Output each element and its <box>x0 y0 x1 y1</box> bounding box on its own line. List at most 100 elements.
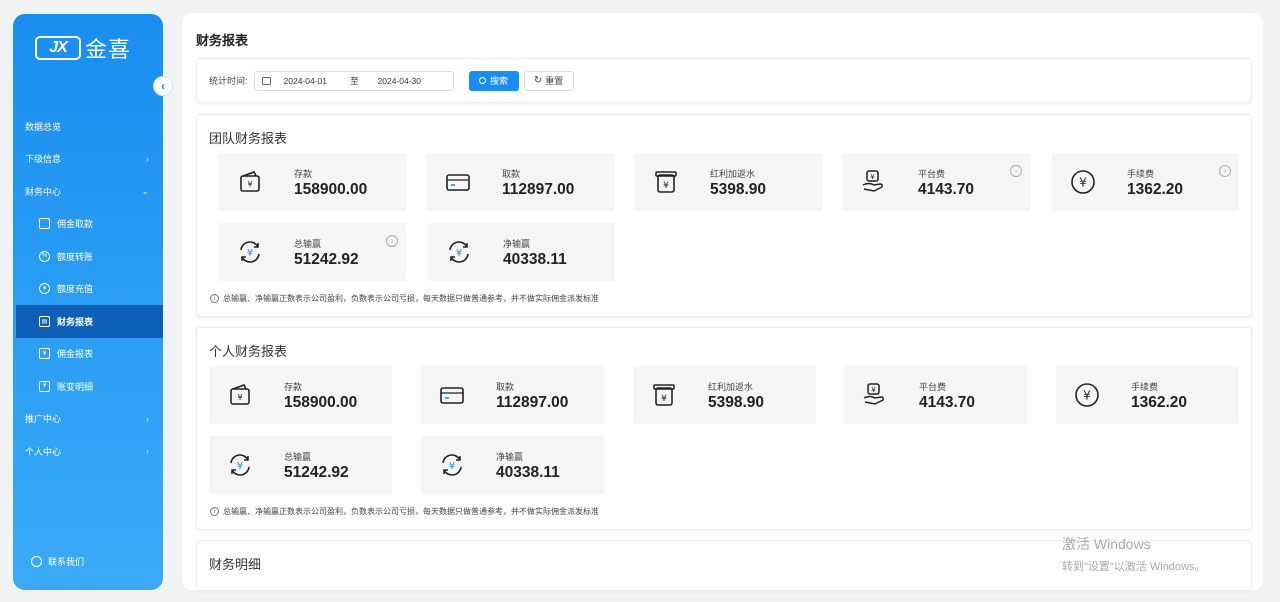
ledger-icon: ¥ <box>39 380 50 392</box>
stat-value: 51242.92 <box>294 251 359 268</box>
sidebar-item-label: 下级信息 <box>25 154 62 165</box>
stat-value: 1362.20 <box>1127 181 1184 198</box>
note-text: 总输赢、净输赢正数表示公司盈利，负数表示公司亏损，每天数据只做普通参考，并不做实… <box>223 294 599 303</box>
reset-button-label: 重置 <box>545 76 564 86</box>
stat-card: 取款 112897.00 <box>427 153 614 211</box>
stat-label: 手续费 <box>1131 382 1159 392</box>
svg-text:¥: ¥ <box>237 461 243 472</box>
svg-text:¥: ¥ <box>871 386 876 394</box>
sidebar: JX 金喜 数据总览 下级信息 › 财务中心 ⌄ 佣金取款 % 额度转账 ¥ 额度充值 … <box>13 14 163 590</box>
watermark-line2: 转到"设置"以激活 Windows。 <box>1062 561 1206 573</box>
team-report-note: i 总输赢、净输赢正数表示公司盈利，负数表示公司亏损，每天数据只做普通参考，并不… <box>210 293 599 304</box>
chevron-right-icon: › <box>146 413 149 424</box>
sidebar-item-label: 数据总览 <box>25 121 62 132</box>
search-button[interactable]: 搜索 <box>468 70 519 91</box>
logo-text: 金喜 <box>85 38 132 63</box>
card-icon <box>445 169 471 195</box>
hand-yuan-icon: ¥ <box>862 382 888 408</box>
yuan-cycle-icon: ¥ <box>227 452 253 478</box>
sidebar-item-commission-withdraw[interactable]: 佣金取款 <box>13 208 163 241</box>
date-separator: 至 <box>350 75 359 86</box>
end-date-input[interactable]: 2024-04-30 <box>378 76 421 86</box>
svg-text:¥: ¥ <box>1083 389 1091 403</box>
date-range-picker[interactable]: 2024-04-01 至 2024-04-30 <box>253 70 454 91</box>
chevron-down-icon: ⌄ <box>141 185 149 196</box>
filter-bar: 统计时间: 2024-04-01 至 2024-04-30 搜索 ↻ 重置 <box>196 58 1252 103</box>
stat-label: 平台费 <box>918 169 946 179</box>
wallet-icon: ¥ <box>237 169 263 195</box>
start-date-input[interactable]: 2024-04-01 <box>284 76 340 86</box>
sidebar-item-subordinates[interactable]: 下级信息 › <box>13 143 163 176</box>
stat-label: 红利加返水 <box>708 382 754 392</box>
stat-value: 112897.00 <box>496 394 569 411</box>
collapse-sidebar-button[interactable]: ‹ <box>153 76 173 96</box>
help-icon[interactable]: › <box>386 235 398 247</box>
sidebar-item-quota-transfer[interactable]: % 额度转账 <box>13 240 163 273</box>
stat-value: 4143.70 <box>918 181 975 198</box>
stat-label: 红利加返水 <box>710 169 756 179</box>
sidebar-item-finance-center[interactable]: 财务中心 ⌄ <box>13 175 163 208</box>
contact-label: 联系我们 <box>48 557 85 567</box>
yuan-box-icon: ¥ <box>653 169 679 195</box>
stat-value: 4143.70 <box>919 394 976 411</box>
stat-card: ¥ 净输赢 40338.11 <box>428 223 615 281</box>
sidebar-item-promotion[interactable]: 推广中心 › <box>13 403 163 436</box>
personal-report-note: i 总输赢、净输赢正数表示公司盈利，负数表示公司亏损，每天数据只做普通参考，并不… <box>210 506 599 517</box>
info-icon: i <box>210 294 219 303</box>
stat-label: 净输赢 <box>503 239 531 249</box>
refresh-icon: ↻ <box>533 75 543 86</box>
contact-us-link[interactable]: 联系我们 <box>31 555 84 568</box>
svg-text:¥: ¥ <box>1079 176 1087 190</box>
stat-label: 平台费 <box>919 382 947 392</box>
sidebar-item-label: 财务报表 <box>57 316 94 327</box>
details-title: 财务明细 <box>209 557 262 572</box>
stat-value: 1362.20 <box>1131 394 1188 411</box>
sidebar-item-label: 个人中心 <box>25 446 62 457</box>
stat-card: ¥ 手续费 1362.20 <box>1056 366 1239 424</box>
yuan-cycle-icon: ¥ <box>446 239 472 265</box>
sidebar-item-commission-report[interactable]: ¥ 佣金报表 <box>13 338 163 371</box>
stat-card: ¥ 存款 158900.00 <box>209 366 392 424</box>
chevron-right-icon: › <box>146 153 149 164</box>
windows-activation-watermark: 激活 Windows 转到"设置"以激活 Windows。 <box>1062 534 1206 574</box>
stat-value: 5398.90 <box>710 181 767 198</box>
card-icon <box>439 382 465 408</box>
personal-report-title: 个人财务报表 <box>209 344 288 359</box>
reset-button[interactable]: ↻ 重置 <box>523 70 574 91</box>
sidebar-item-label: 佣金报表 <box>57 349 94 360</box>
yuan-cycle-icon: ¥ <box>439 452 465 478</box>
sidebar-item-overview[interactable]: 数据总览 <box>13 110 163 143</box>
sidebar-item-personal[interactable]: 个人中心 › <box>13 435 163 468</box>
stat-card: ¥ 平台费 4143.70 <box>844 366 1027 424</box>
svg-text:¥: ¥ <box>449 461 455 472</box>
transfer-icon: % <box>39 250 50 262</box>
main-content: 财务报表 统计时间: 2024-04-01 至 2024-04-30 搜索 ↻ … <box>182 13 1263 590</box>
stat-label: 存款 <box>284 382 303 392</box>
svg-text:¥: ¥ <box>661 394 667 404</box>
stat-card: ¥ 红利加返水 5398.90 <box>633 366 816 424</box>
sidebar-item-quota-recharge[interactable]: ¥ 额度充值 <box>13 273 163 306</box>
wallet-icon: ¥ <box>227 382 253 408</box>
stat-value: 40338.11 <box>503 251 567 268</box>
stat-card: 取款 112897.00 <box>421 366 604 424</box>
watermark-line1: 激活 Windows <box>1062 536 1151 552</box>
stat-label: 总输赢 <box>294 239 322 249</box>
card-icon <box>39 218 50 230</box>
stat-label: 总输赢 <box>284 452 312 462</box>
sidebar-item-label: 推广中心 <box>25 414 62 425</box>
help-icon[interactable]: › <box>1010 165 1022 177</box>
help-icon[interactable]: › <box>1219 165 1231 177</box>
report-icon: ▤ <box>39 315 50 327</box>
sidebar-item-ledger[interactable]: ¥ 账变明细 <box>13 370 163 403</box>
sidebar-item-finance-report[interactable]: ▤ 财务报表 <box>16 305 163 338</box>
stat-value: 51242.92 <box>284 464 349 481</box>
note-text: 总输赢、净输赢正数表示公司盈利，负数表示公司亏损，每天数据只做普通参考，并不做实… <box>223 507 599 516</box>
sidebar-item-label: 财务中心 <box>25 186 62 197</box>
stat-card: ¥ 红利加返水 5398.90 <box>635 153 822 211</box>
svg-text:¥: ¥ <box>456 248 462 259</box>
stat-card: ¥ 总输赢 51242.92 <box>209 436 392 494</box>
stat-value: 158900.00 <box>294 181 368 198</box>
page-title: 财务报表 <box>196 33 249 48</box>
hand-yuan-icon: ¥ <box>861 169 887 195</box>
stat-label: 存款 <box>294 169 313 179</box>
